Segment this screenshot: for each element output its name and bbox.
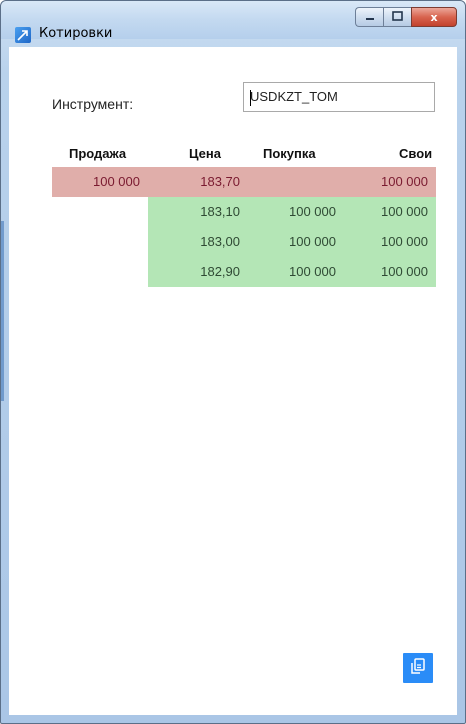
cell-buy: 100 000 [289, 234, 336, 249]
quote-row-buy[interactable]: 183,00 100 000 100 000 [52, 227, 436, 257]
copy-icon [409, 657, 427, 679]
cell-own: 100 000 [381, 234, 428, 249]
quotes-window: Котировки x Инструмент: USDKZT_TOM Прода… [0, 0, 466, 724]
cell-own: 100 000 [381, 174, 428, 189]
title-bar[interactable]: Котировки x [1, 1, 465, 43]
cell-sell: 100 000 [93, 174, 140, 189]
quote-row-buy[interactable]: 182,90 100 000 100 000 [52, 257, 436, 287]
cell-price: 183,70 [200, 174, 240, 189]
minimize-button[interactable] [355, 7, 383, 27]
cell-sell [52, 257, 140, 287]
cell-buy: 100 000 [289, 264, 336, 279]
header-price: Цена [189, 146, 221, 161]
cell-own: 100 000 [381, 204, 428, 219]
header-sell: Продажа [69, 146, 127, 161]
cell-price: 182,90 [200, 264, 240, 279]
cell-price: 183,10 [200, 204, 240, 219]
window-title: Котировки [39, 26, 113, 41]
cell-buy [244, 167, 336, 197]
maximize-button[interactable] [383, 7, 411, 27]
cell-own: 100 000 [381, 264, 428, 279]
close-icon: x [430, 10, 438, 24]
client-area: Инструмент: USDKZT_TOM Продажа Цена Поку… [9, 47, 457, 715]
window-controls: x [355, 7, 457, 29]
instrument-label: Инструмент: [52, 96, 134, 112]
text-caret [250, 90, 251, 106]
minimize-icon [365, 11, 375, 24]
quote-row-sell[interactable]: 100 000 183,70 100 000 [52, 167, 436, 197]
window-edge-accent [1, 221, 4, 401]
maximize-icon [392, 10, 403, 24]
cell-buy: 100 000 [289, 204, 336, 219]
instrument-input[interactable]: USDKZT_TOM [243, 82, 435, 112]
instrument-value: USDKZT_TOM [250, 89, 338, 104]
header-own: Свои [399, 146, 433, 161]
header-buy: Покупка [263, 146, 316, 161]
cell-sell [52, 197, 140, 227]
cell-sell [52, 227, 140, 257]
quote-row-buy[interactable]: 183,10 100 000 100 000 [52, 197, 436, 227]
chart-arrow-icon [15, 27, 31, 43]
copy-button[interactable] [403, 653, 433, 683]
close-button[interactable]: x [411, 7, 457, 27]
cell-price: 183,00 [200, 234, 240, 249]
